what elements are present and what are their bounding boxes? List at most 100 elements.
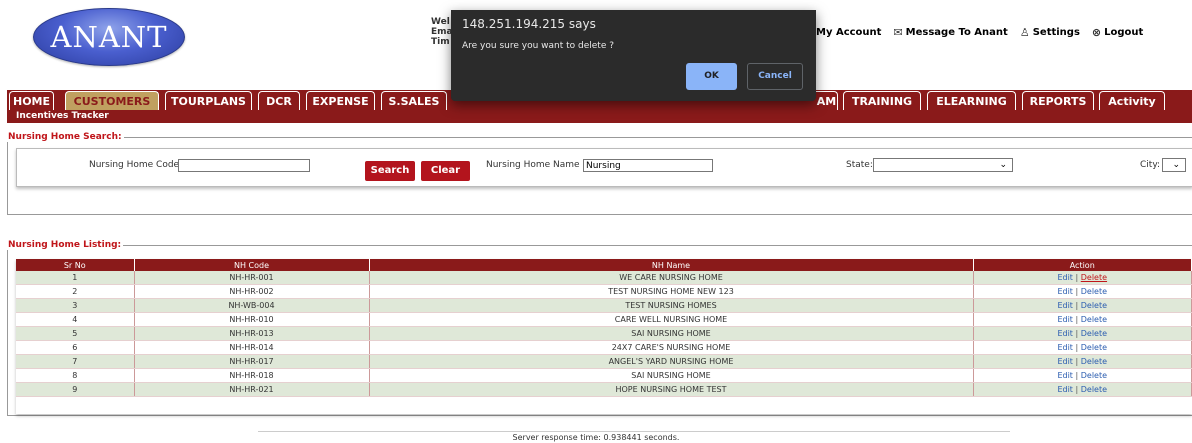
action-cell: Edit | Delete — [973, 382, 1192, 397]
action-cell: Edit | Delete — [973, 340, 1192, 355]
table-row: 6 NH-HR-014 24X7 CARE'S NURSING HOME Edit |… — [16, 340, 1192, 355]
listing-fieldset-border — [7, 245, 1192, 246]
sr-no-cell: 6 — [16, 340, 135, 355]
tab-customers[interactable]: CUSTOMERS — [65, 91, 159, 110]
nh-code-cell: NH-HR-018 — [134, 368, 370, 383]
search-fieldset-left — [7, 137, 8, 215]
nh-code-cell: NH-HR-014 — [134, 340, 370, 355]
nh-name-cell: ANGEL'S YARD NURSING HOME — [369, 354, 974, 369]
edit-link[interactable]: Edit — [1057, 329, 1073, 338]
nh-code-cell: NH-HR-021 — [134, 382, 370, 397]
delete-link[interactable]: Delete — [1081, 371, 1107, 380]
col-sr-no: Sr No — [16, 259, 135, 271]
nh-name-cell: WE CARE NURSING HOME — [369, 271, 974, 285]
top-links: My Account ✉ Message To Anant ♙ Settings ⊗… — [813, 26, 1143, 39]
delete-link[interactable]: Delete — [1081, 343, 1107, 352]
city-select[interactable]: ⌄ — [1162, 158, 1186, 172]
action-cell: Edit | Delete — [973, 284, 1192, 299]
logout-link[interactable]: ⊗ Logout — [1092, 26, 1143, 39]
edit-link[interactable]: Edit — [1057, 273, 1073, 282]
state-select[interactable]: ⌄ — [873, 158, 1013, 172]
sr-no-cell: 7 — [16, 354, 135, 369]
tab-elearning[interactable]: ELEARNING — [927, 91, 1016, 110]
nursing-home-name-input[interactable] — [583, 159, 713, 172]
email-line: Ema — [431, 27, 453, 37]
sr-no-cell: 1 — [16, 271, 135, 285]
tab-tourplans[interactable]: TOURPLANS — [165, 91, 252, 110]
anant-logo: ANANT — [33, 8, 185, 66]
server-response-time: Server response time: 0.938441 seconds. — [512, 433, 680, 442]
action-cell: Edit | Delete — [973, 271, 1192, 285]
col-action: Action — [973, 259, 1192, 271]
nh-name-cell: TEST NURSING HOMES — [369, 298, 974, 313]
tab-dcr[interactable]: DCR — [258, 91, 300, 110]
state-label: State: — [846, 160, 873, 170]
delete-link[interactable]: Delete — [1081, 315, 1107, 324]
action-cell: Edit | Delete — [973, 298, 1192, 313]
tab-am[interactable]: AM — [816, 91, 838, 110]
edit-link[interactable]: Edit — [1057, 357, 1073, 366]
dialog-cancel-button[interactable]: Cancel — [747, 63, 803, 90]
logo-text: ANANT — [50, 20, 168, 54]
delete-link[interactable]: Delete — [1081, 273, 1107, 282]
my-account-link[interactable]: My Account — [813, 27, 881, 38]
edit-link[interactable]: Edit — [1057, 385, 1073, 394]
tab-ssales[interactable]: S.SALES — [381, 91, 447, 110]
table-row: 9 NH-HR-021 HOPE NURSING HOME TEST Edit | D… — [16, 382, 1192, 397]
action-separator: | — [1075, 357, 1079, 366]
nh-name-cell: 24X7 CARE'S NURSING HOME — [369, 340, 974, 355]
nursing-home-code-input[interactable] — [178, 159, 310, 172]
listing-legend: Nursing Home Listing: — [6, 240, 124, 250]
time-line: Tim — [431, 37, 450, 47]
search-button[interactable]: Search — [365, 161, 415, 181]
edit-link[interactable]: Edit — [1057, 371, 1073, 380]
delete-link[interactable]: Delete — [1081, 357, 1107, 366]
dialog-ok-button[interactable]: OK — [686, 63, 737, 90]
chevron-down-icon: ⌄ — [999, 160, 1007, 170]
sr-no-cell: 3 — [16, 298, 135, 313]
close-circle-icon: ⊗ — [1091, 26, 1102, 39]
message-label: Message To Anant — [905, 27, 1008, 38]
delete-link[interactable]: Delete — [1081, 385, 1107, 394]
table-row: 2 NH-HR-002 TEST NURSING HOME NEW 123 Edit … — [16, 284, 1192, 299]
edit-link[interactable]: Edit — [1057, 343, 1073, 352]
action-cell: Edit | Delete — [973, 326, 1192, 341]
listing-fieldset-left — [7, 245, 8, 415]
edit-link[interactable]: Edit — [1057, 315, 1073, 324]
edit-link[interactable]: Edit — [1057, 301, 1073, 310]
tab-expense[interactable]: EXPENSE — [306, 91, 375, 110]
action-separator: | — [1075, 371, 1079, 380]
nh-name-cell: TEST NURSING HOME NEW 123 — [369, 284, 974, 299]
col-nh-code: NH Code — [134, 259, 370, 271]
my-account-label: My Account — [816, 27, 882, 38]
confirm-dialog: 148.251.194.215 says Are you sure you wa… — [451, 10, 816, 101]
action-separator: | — [1075, 273, 1079, 282]
settings-link[interactable]: ♙ Settings — [1020, 26, 1080, 39]
table-row: 1 NH-HR-001 WE CARE NURSING HOME Edit | Del… — [16, 271, 1192, 285]
sub-nav: Incentives Tracker — [7, 110, 1192, 123]
action-separator: | — [1075, 329, 1079, 338]
tab-activity[interactable]: Activity — [1099, 91, 1165, 110]
nh-code-cell: NH-HR-001 — [134, 271, 370, 285]
sr-no-cell: 9 — [16, 382, 135, 397]
delete-link[interactable]: Delete — [1081, 301, 1107, 310]
chevron-down-icon: ⌄ — [1172, 160, 1180, 170]
table-row: 3 NH-WB-004 TEST NURSING HOMES Edit | Delet… — [16, 298, 1192, 313]
incentives-tracker-link[interactable]: Incentives Tracker — [16, 110, 109, 123]
dialog-message: Are you sure you want to delete ? — [462, 41, 615, 51]
delete-link[interactable]: Delete — [1081, 287, 1107, 296]
sr-no-cell: 8 — [16, 368, 135, 383]
tab-reports[interactable]: REPORTS — [1022, 91, 1094, 110]
nh-code-cell: NH-HR-010 — [134, 312, 370, 327]
clear-button[interactable]: Clear — [421, 161, 470, 181]
nh-code-cell: NH-WB-004 — [134, 298, 370, 313]
tab-training[interactable]: TRAINING — [843, 91, 921, 110]
delete-link[interactable]: Delete — [1081, 329, 1107, 338]
action-separator: | — [1075, 287, 1079, 296]
nh-name-cell: CARE WELL NURSING HOME — [369, 312, 974, 327]
envelope-icon: ✉ — [893, 26, 903, 39]
tab-home[interactable]: HOME — [9, 91, 54, 110]
logout-label: Logout — [1104, 27, 1144, 38]
edit-link[interactable]: Edit — [1057, 287, 1073, 296]
message-link[interactable]: ✉ Message To Anant — [893, 26, 1007, 39]
